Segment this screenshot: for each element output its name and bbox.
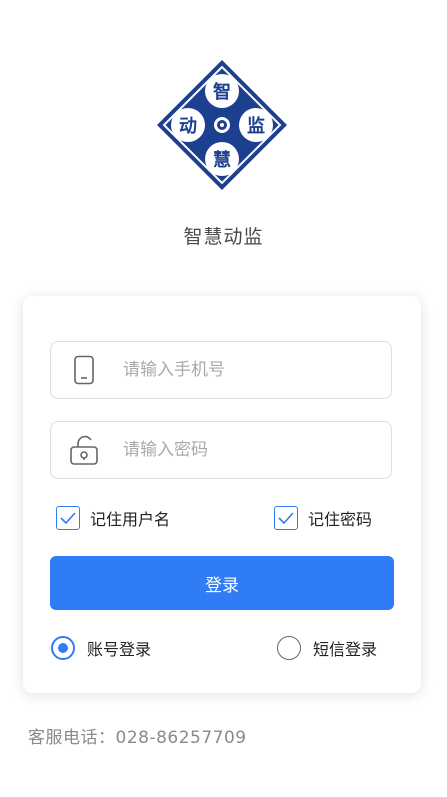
remember-password-label: 记住密码 — [308, 510, 373, 529]
radio-selected-icon — [51, 636, 75, 660]
unlock-icon — [69, 433, 99, 467]
password-field[interactable] — [50, 421, 392, 479]
logo-char-top: 智 — [213, 81, 231, 103]
sms-login-label: 短信登录 — [313, 640, 378, 659]
login-card: 记住用户名 记住密码 登录 账号登录 短信登录 — [23, 296, 421, 693]
checkbox-checked-icon — [274, 506, 298, 530]
password-input[interactable] — [121, 439, 365, 461]
login-button[interactable]: 登录 — [50, 556, 394, 610]
phone-icon — [69, 353, 99, 387]
remember-options: 记住用户名 记住密码 — [56, 506, 386, 534]
logo-char-right: 监 — [247, 115, 265, 137]
account-login-radio[interactable]: 账号登录 — [51, 636, 151, 660]
remember-password-checkbox[interactable]: 记住密码 — [274, 506, 372, 530]
checkbox-checked-icon — [56, 506, 80, 530]
app-logo: 智 动 监 慧 — [157, 60, 287, 190]
login-mode-options: 账号登录 短信登录 — [51, 636, 391, 664]
radio-unselected-icon — [277, 636, 301, 660]
app-name: 智慧动监 — [183, 226, 264, 248]
service-phone: 客服电话：028-86257709 — [28, 728, 247, 748]
remember-username-checkbox[interactable]: 记住用户名 — [56, 506, 170, 530]
phone-field[interactable] — [50, 341, 392, 399]
remember-username-label: 记住用户名 — [90, 510, 171, 529]
logo-char-bottom: 慧 — [213, 149, 231, 171]
account-login-label: 账号登录 — [87, 640, 152, 659]
sms-login-radio[interactable]: 短信登录 — [277, 636, 377, 660]
logo-char-left: 动 — [179, 116, 197, 137]
phone-input[interactable] — [121, 359, 365, 381]
